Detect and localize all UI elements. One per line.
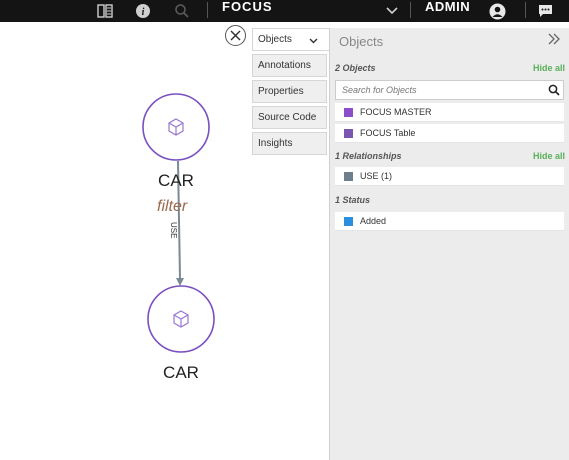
graph-node[interactable] [142,93,210,161]
tab-insights[interactable]: Insights [252,132,327,155]
item-label: Added [360,216,387,226]
toolbar-divider [410,2,411,18]
close-icon [230,30,241,41]
chevron-down-icon [309,38,318,44]
chat-icon[interactable] [536,0,554,22]
user-icon[interactable] [487,0,507,22]
collapse-panel-icon[interactable] [548,32,560,48]
svg-text:i: i [142,7,145,18]
close-panel-button[interactable] [225,25,246,46]
list-item-object[interactable]: FOCUS MASTER [335,103,564,122]
user-name[interactable]: ADMIN [425,0,470,14]
objects-section-heading: 2 Objects [335,63,376,73]
node-label: CAR [163,363,199,382]
search-icon[interactable] [548,84,560,96]
search-placeholder: Search for Objects [342,85,417,95]
list-item-relationship[interactable]: USE (1) [335,167,564,186]
color-swatch [344,172,353,181]
toolbar-divider [207,2,208,18]
edge-label: USE [169,222,178,239]
graph-node[interactable] [147,285,215,353]
node-label: CAR [158,171,194,190]
tab-annotations[interactable]: Annotations [252,54,327,77]
toolbar-divider [525,2,526,18]
hide-all-objects-link[interactable]: Hide all [533,63,565,73]
color-swatch [344,108,353,117]
search-objects-input[interactable]: Search for Objects [335,80,564,100]
info-icon[interactable]: i [134,0,152,22]
color-swatch [344,129,353,138]
list-item-status[interactable]: Added [335,212,564,231]
objects-panel: Objects 2 Objects Hide all Search for Ob… [329,28,569,460]
tab-objects[interactable]: Objects [252,28,330,51]
tab-properties[interactable]: Properties [252,80,327,103]
node-filter-label: filter [157,198,188,215]
item-label: FOCUS Table [360,128,416,138]
chevron-down-icon[interactable] [385,0,399,22]
book-icon[interactable] [96,0,114,22]
tab-label: Objects [258,34,292,45]
list-item-object[interactable]: FOCUS Table [335,124,564,143]
app-title: FOCUS [222,0,273,14]
status-section-heading: 1 Status [335,195,371,205]
relationships-section-heading: 1 Relationships [335,151,402,161]
item-label: FOCUS MASTER [360,107,432,117]
hide-all-relationships-link[interactable]: Hide all [533,151,565,161]
search-icon[interactable] [173,0,191,22]
panel-title: Objects [339,34,384,49]
item-label: USE (1) [360,171,393,181]
tab-source-code[interactable]: Source Code [252,106,327,129]
top-bar: i FOCUS ADMIN [0,0,569,22]
color-swatch [344,217,353,226]
